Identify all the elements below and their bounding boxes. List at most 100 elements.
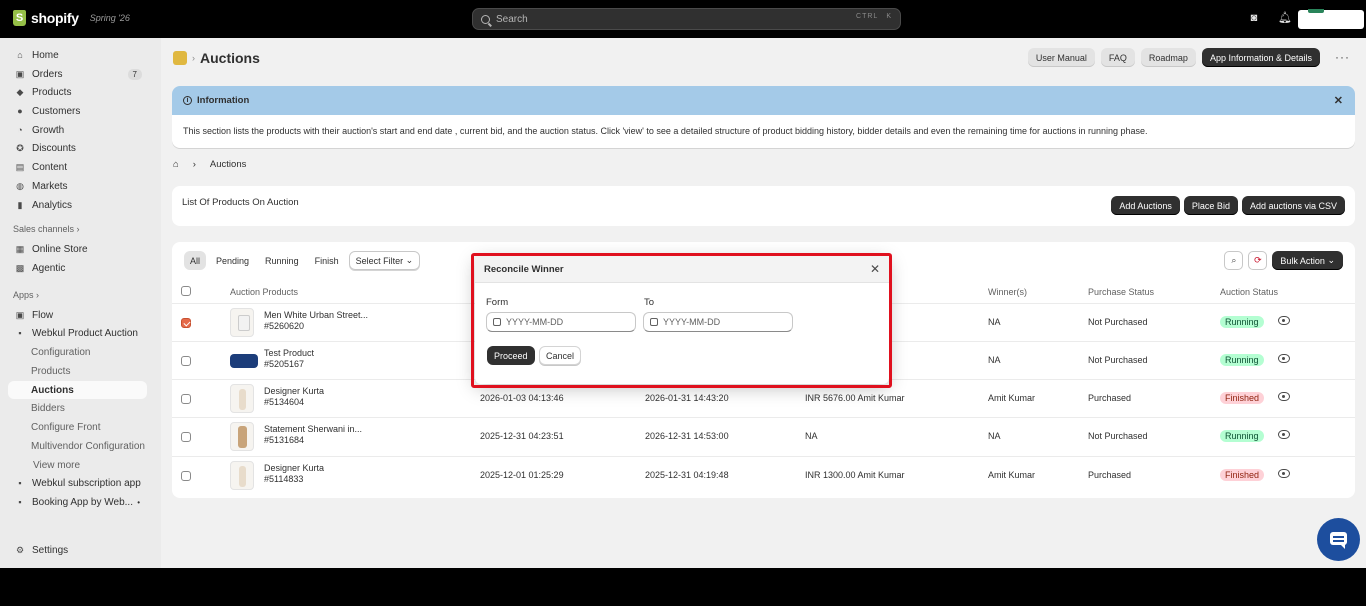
to-date-input[interactable]: YYYY-MM-DD <box>643 312 793 332</box>
tab-all[interactable]: All <box>184 251 207 270</box>
chevron-down-icon: ⌄ <box>405 255 414 265</box>
chat-button[interactable] <box>1317 518 1360 561</box>
product-id: #5205167 <box>264 359 305 369</box>
tab-pending[interactable]: Pending <box>210 251 255 270</box>
sidebar-item-home[interactable]: ⌂ Home <box>8 46 147 64</box>
faq-button[interactable]: FAQ <box>1100 48 1135 67</box>
product-name[interactable]: Test Product #5205167 <box>264 348 314 370</box>
sidebar-item-growth[interactable]: ◔ Growth <box>8 121 147 139</box>
breadcrumb: ⌂ › Auctions <box>173 159 246 170</box>
sidebar-item-analytics[interactable]: ▮ Analytics <box>8 196 147 214</box>
bulk-action-button[interactable]: Bulk Action ⌄ <box>1272 251 1343 270</box>
sidebar-sub-configuration[interactable]: Configuration <box>8 343 147 361</box>
sidebar-item-orders[interactable]: ▣ Orders 7 <box>8 65 147 83</box>
home-icon[interactable]: ⌂ <box>173 159 179 170</box>
from-date-input[interactable]: YYYY-MM-DD <box>486 312 636 332</box>
row-checkbox[interactable] <box>181 432 191 442</box>
sidebar-sub-configure-front[interactable]: Configure Front <box>8 418 147 436</box>
sidebar-label: Auctions <box>31 384 74 396</box>
col-header-products[interactable]: Auction Products <box>230 287 298 297</box>
col-header-status[interactable]: Auction Status <box>1220 287 1278 297</box>
sidebar-sub-bidders[interactable]: Bidders <box>8 399 147 417</box>
more-actions-icon[interactable]: ··· <box>1335 50 1350 64</box>
sidekick-icon[interactable]: ◙ <box>1248 12 1260 24</box>
sidebar-item-discounts[interactable]: ✪ Discounts <box>8 139 147 157</box>
product-name[interactable]: Statement Sherwani in... #5131684 <box>264 424 362 446</box>
globe-icon: ◍ <box>16 180 24 191</box>
app-info-button[interactable]: App Information & Details <box>1201 48 1320 67</box>
table-row[interactable]: Statement Sherwani in... #5131684 2025-12… <box>172 417 1355 455</box>
sales-channels-heading[interactable]: Sales channels › <box>13 224 80 234</box>
table-row[interactable]: Designer Kurta #5134604 2026-01-03 04:13:… <box>172 379 1355 417</box>
sidebar-item-online-store[interactable]: ▦ Online Store <box>8 240 147 258</box>
row-checkbox[interactable] <box>181 471 191 481</box>
search-bar[interactable]: Search CTRL K <box>472 8 901 30</box>
sidebar-item-content[interactable]: ▤ Content <box>8 158 147 176</box>
sidebar-label: View more <box>33 459 81 471</box>
user-manual-button[interactable]: User Manual <box>1027 48 1095 67</box>
product-title: Designer Kurta <box>264 386 325 396</box>
view-eye-icon[interactable] <box>1278 392 1290 401</box>
close-icon[interactable]: ✕ <box>870 262 880 276</box>
product-name[interactable]: Designer Kurta #5134604 <box>264 386 324 408</box>
apps-heading[interactable]: Apps › <box>13 290 39 300</box>
tab-finish[interactable]: Finish <box>309 251 345 270</box>
table-row[interactable]: Designer Kurta #5114833 2025-12-01 01:25:… <box>172 456 1355 494</box>
growth-icon: ◔ <box>17 125 23 135</box>
view-eye-icon[interactable] <box>1278 469 1290 478</box>
end-date: 2025-12-31 04:19:48 <box>645 470 729 480</box>
sidebar-item-subscription[interactable]: ▪ Webkul subscription app <box>8 474 147 492</box>
sidebar-item-flow[interactable]: ▣ Flow <box>8 306 147 324</box>
add-csv-button[interactable]: Add auctions via CSV <box>1241 196 1345 215</box>
info-title: Information <box>197 95 250 106</box>
modal-title: Reconcile Winner <box>475 256 889 283</box>
row-checkbox[interactable] <box>181 356 191 366</box>
select-filter-dropdown[interactable]: Select Filter ⌄ <box>348 251 421 270</box>
close-icon[interactable]: ✕ <box>1334 94 1343 107</box>
to-date-placeholder: YYYY-MM-DD <box>663 317 721 327</box>
sidebar-label: Webkul Product Auction <box>32 327 138 339</box>
refresh-icon[interactable]: ⟳ <box>1248 251 1268 270</box>
col-header-winners[interactable]: Winner(s) <box>988 287 1027 297</box>
shopify-logo[interactable]: S shopify Spring '26 <box>13 10 130 26</box>
add-auctions-button[interactable]: Add Auctions <box>1111 196 1180 215</box>
product-thumbnail <box>230 384 254 413</box>
proceed-button[interactable]: Proceed <box>487 346 535 365</box>
view-eye-icon[interactable] <box>1278 430 1290 439</box>
product-thumbnail <box>230 422 254 451</box>
product-thumbnail <box>230 354 258 368</box>
sidebar-item-products[interactable]: ◆ Products <box>8 83 147 101</box>
sidebar-view-more[interactable]: View more <box>8 456 147 474</box>
sidebar-label: Customers <box>32 105 81 117</box>
sidebar-item-settings[interactable]: ⚙ Settings <box>8 541 147 559</box>
product-title: Test Product <box>264 348 315 358</box>
product-name[interactable]: Men White Urban Street... #5260620 <box>264 310 368 332</box>
sidebar-item-markets[interactable]: ◍ Markets <box>8 177 147 195</box>
product-name[interactable]: Designer Kurta #5114833 <box>264 463 324 485</box>
sidebar-sub-multivendor[interactable]: Multivendor Configuration <box>8 437 147 455</box>
sidebar-sub-auctions[interactable]: Auctions <box>8 381 147 399</box>
roadmap-button[interactable]: Roadmap <box>1140 48 1196 67</box>
view-eye-icon[interactable] <box>1278 316 1290 325</box>
col-header-purchase[interactable]: Purchase Status <box>1088 287 1154 297</box>
search-icon[interactable]: ⌕ <box>1224 251 1244 270</box>
sidebar-item-booking[interactable]: ▪ Booking App by Web... • <box>8 493 147 511</box>
orders-count-badge: 7 <box>127 68 142 80</box>
tab-running[interactable]: Running <box>259 251 305 270</box>
bell-icon[interactable]: 🔔︎ <box>1278 12 1292 24</box>
product-id: #5134604 <box>264 397 305 407</box>
row-checkbox[interactable] <box>181 318 191 328</box>
winner: NA <box>988 355 1001 365</box>
sidebar-sub-products[interactable]: Products <box>8 362 147 380</box>
cancel-button[interactable]: Cancel <box>539 346 582 365</box>
sidebar-item-agentic[interactable]: ▩ Agentic <box>8 259 147 277</box>
sidebar-item-webkul-auction[interactable]: ▪ Webkul Product Auction <box>8 324 147 342</box>
product-id: #5131684 <box>264 435 305 445</box>
row-checkbox[interactable] <box>181 394 191 404</box>
sidebar-item-customers[interactable]: ● Customers <box>8 102 147 120</box>
store-menu[interactable] <box>1298 9 1364 29</box>
place-bid-button[interactable]: Place Bid <box>1183 196 1238 215</box>
select-all-checkbox[interactable] <box>181 286 191 296</box>
start-date: 2025-12-31 04:23:51 <box>480 431 564 441</box>
view-eye-icon[interactable] <box>1278 354 1290 363</box>
